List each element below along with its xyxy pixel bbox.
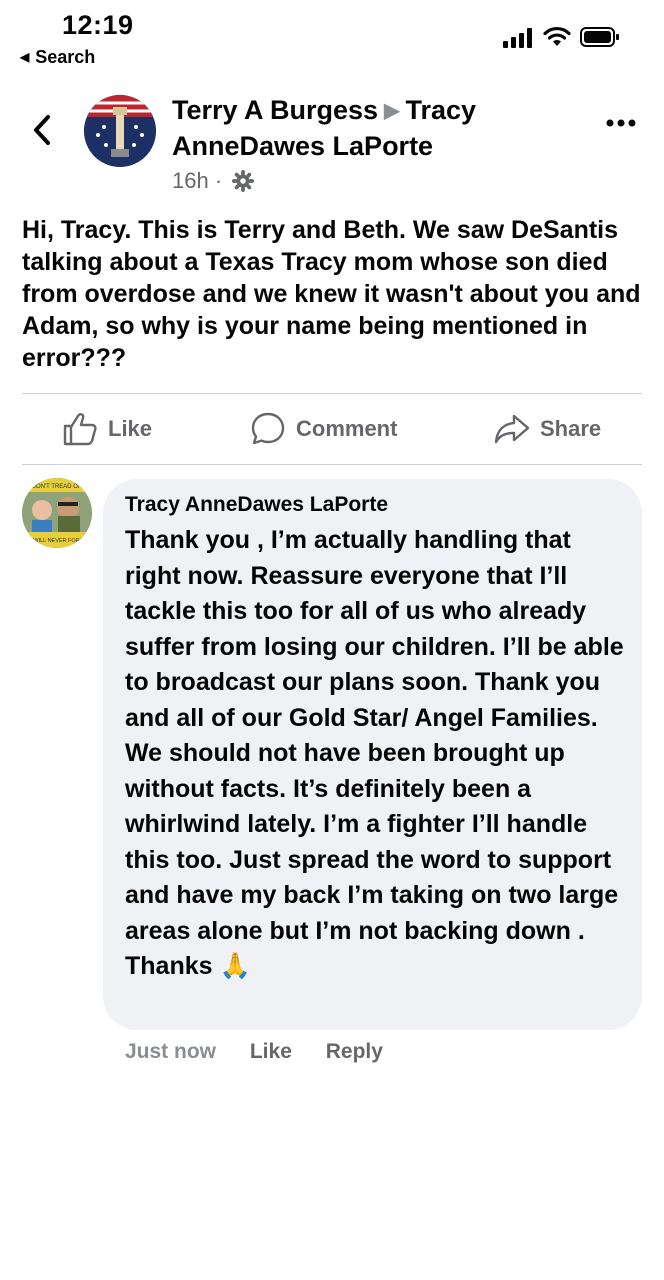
thumbs-up-icon xyxy=(63,413,97,446)
comment-author[interactable]: Tracy AnneDawes LaPorte xyxy=(125,493,388,517)
badge-bottom-text: WE WILL NEVER FORGET xyxy=(23,538,92,544)
post-title: Terry A Burgess ▶ Tracy AnneDawes LaPorte xyxy=(172,93,572,164)
comment-like-button[interactable]: Like xyxy=(250,1040,292,1063)
back-to-app-button[interactable]: ◀ Search xyxy=(20,47,95,68)
clock: 12:19 xyxy=(62,10,134,40)
back-app-label: Search xyxy=(35,47,96,67)
post-timestamp[interactable]: 16h xyxy=(172,168,209,193)
more-dots-icon[interactable] xyxy=(605,116,637,130)
comment-bubble: Tracy AnneDawes LaPorte Thank you , I’m … xyxy=(103,479,642,1030)
comment-reply-button[interactable]: Reply xyxy=(326,1040,383,1063)
flag-emblem-icon xyxy=(84,95,156,167)
like-button[interactable]: Like xyxy=(62,394,152,464)
share-label: Share xyxy=(540,416,602,441)
like-label: Like xyxy=(108,416,153,441)
cellular-signal-icon xyxy=(503,28,532,48)
comment-text: Thank you , I’m actually handling that r… xyxy=(125,526,624,980)
status-bar: 12:19 ◀ Search xyxy=(0,0,664,75)
back-triangle-icon: ◀ xyxy=(20,50,30,64)
gear-icon[interactable] xyxy=(232,170,255,192)
post-actions-bar: Like Comment Share xyxy=(22,394,642,464)
wifi-icon xyxy=(543,26,571,46)
speech-bubble-icon xyxy=(251,412,285,445)
comment-button[interactable]: Comment xyxy=(250,394,397,464)
author-name[interactable]: Terry A Burgess xyxy=(172,95,378,125)
comment-actions: Just now Like Reply xyxy=(125,1040,411,1064)
battery-icon xyxy=(580,27,619,47)
arrow-right-icon: ▶ xyxy=(384,100,400,122)
post-meta: 16h · xyxy=(172,168,255,194)
chevron-left-icon[interactable] xyxy=(30,114,56,146)
post-body: Hi, Tracy. This is Terry and Beth. We sa… xyxy=(22,216,641,372)
commenter-avatar[interactable]: DON'T TREAD ON WE WILL NEVER FORGET xyxy=(22,478,92,548)
badge-top-text: DON'T TREAD ON xyxy=(32,484,83,490)
meta-separator: · xyxy=(214,168,223,193)
divider-bottom xyxy=(22,464,642,465)
post-header: Terry A Burgess ▶ Tracy AnneDawes LaPorte … xyxy=(0,88,664,208)
author-avatar[interactable] xyxy=(84,95,156,167)
share-button[interactable]: Share xyxy=(494,394,601,464)
memorial-photo-icon: DON'T TREAD ON WE WILL NEVER FORGET xyxy=(22,478,92,548)
comment-time: Just now xyxy=(125,1040,217,1063)
share-arrow-icon xyxy=(494,414,530,444)
comment-label: Comment xyxy=(296,416,398,441)
